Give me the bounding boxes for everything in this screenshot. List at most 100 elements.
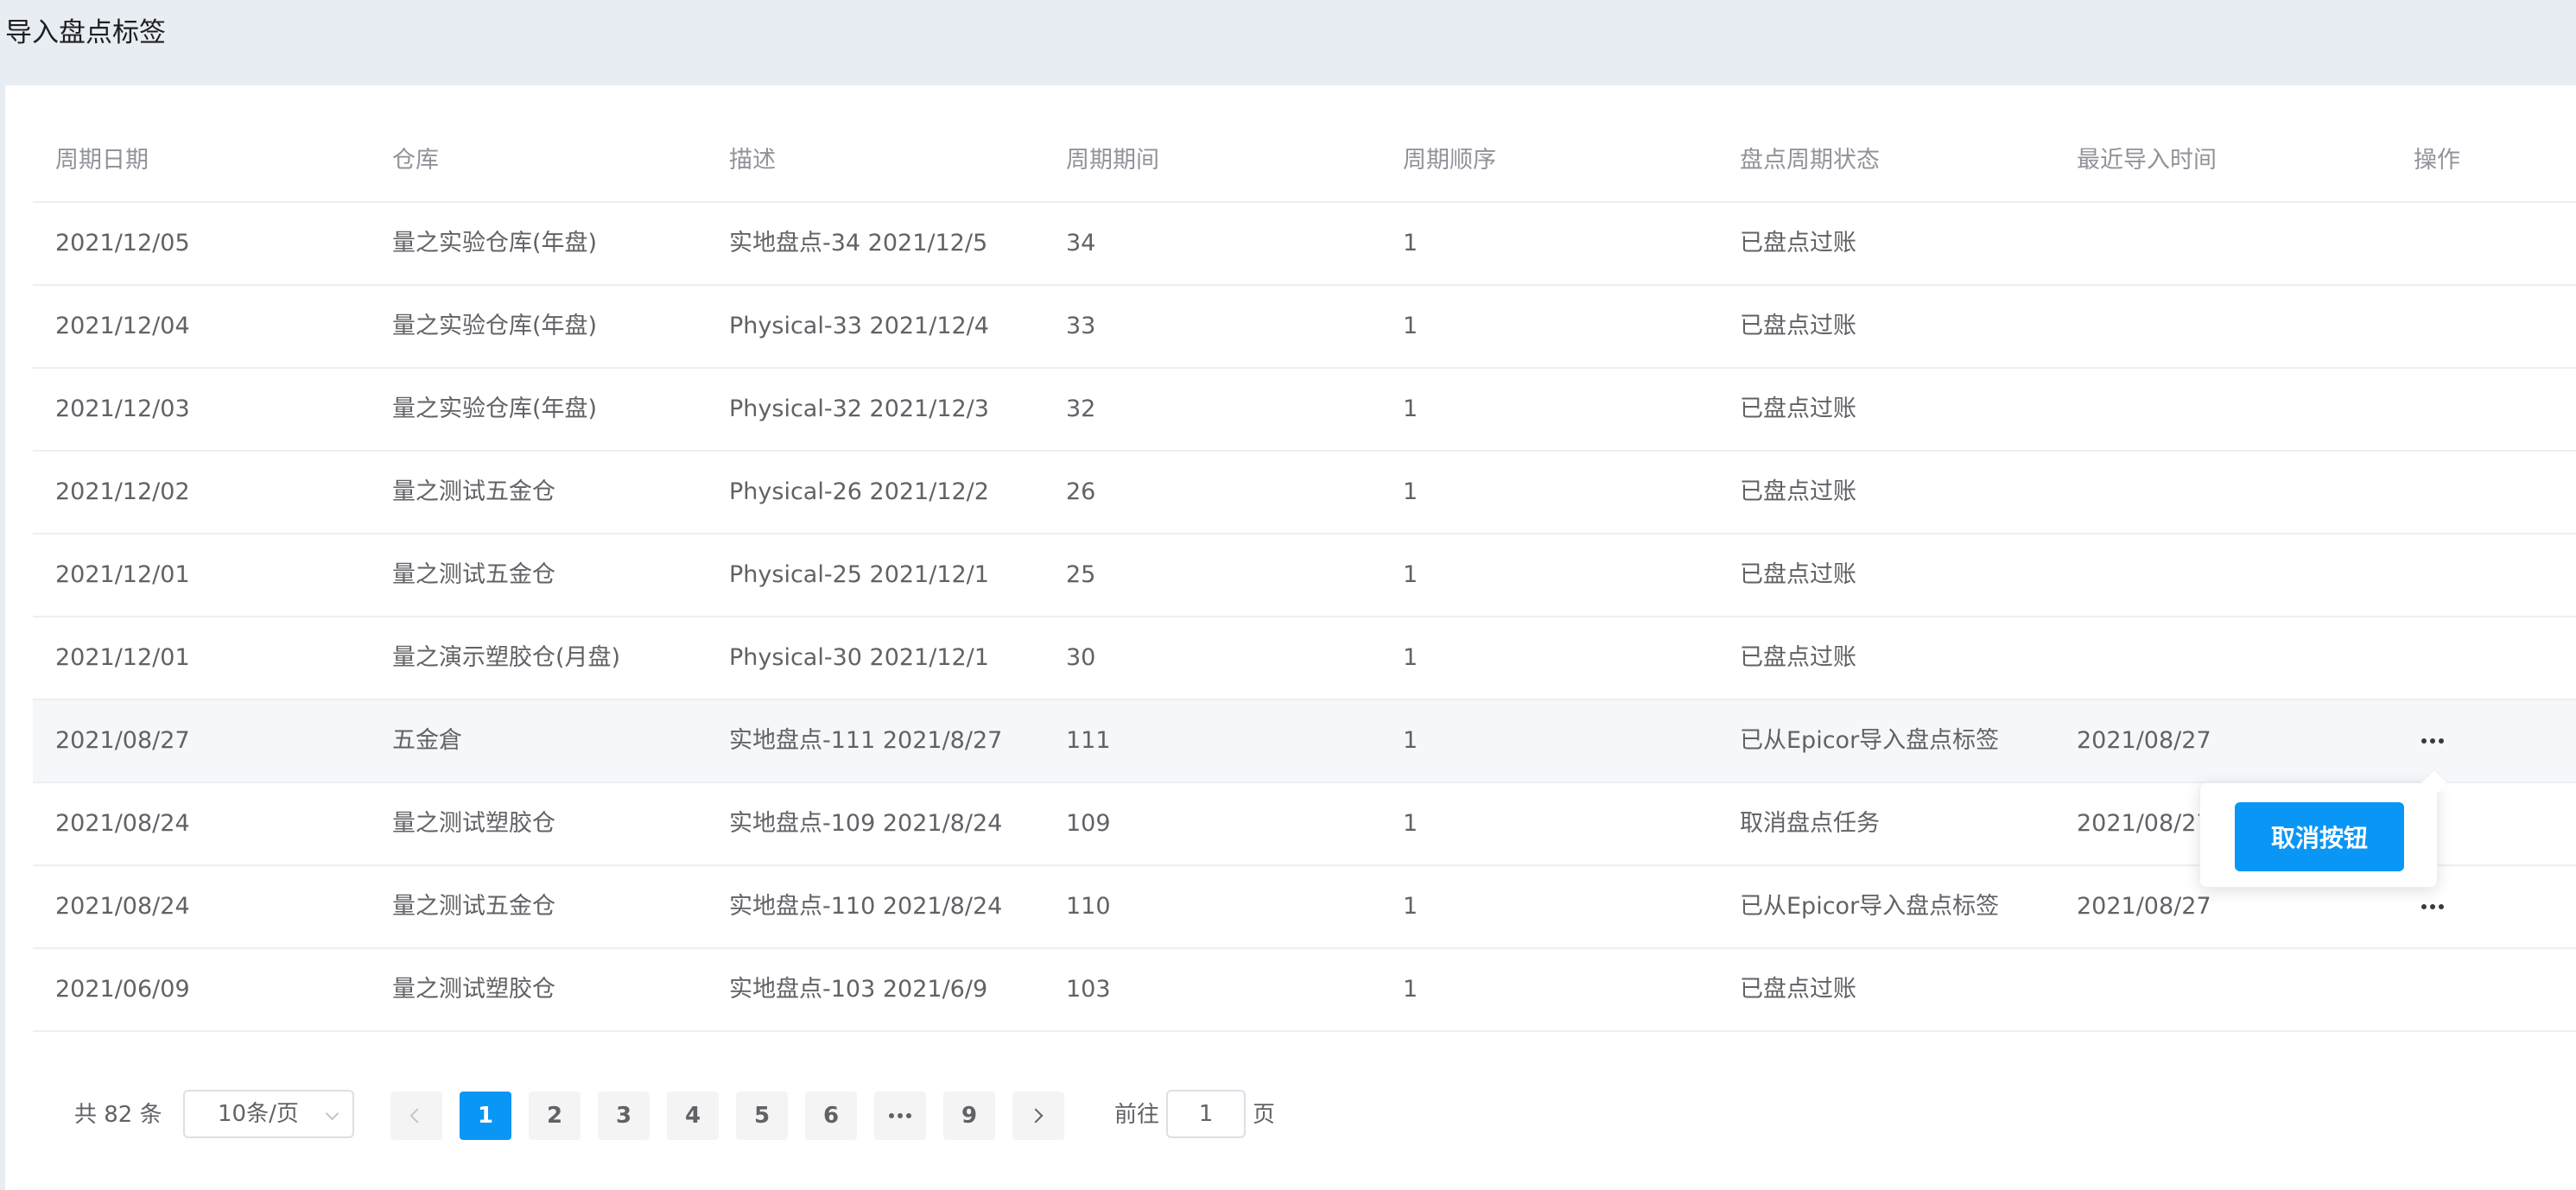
period-cell: 25 [1066, 561, 1096, 588]
period-cell: 34 [1066, 230, 1096, 256]
chevron-right-icon [1028, 1108, 1044, 1124]
import-time-cell [2054, 286, 2077, 367]
description-cell: 实地盘点-111 2021/8/27 [729, 727, 1003, 754]
chevron-left-icon [409, 1108, 425, 1124]
sequence-cell: 1 [1403, 478, 1418, 505]
sequence-cell: 1 [1403, 810, 1418, 837]
next-page-button[interactable] [1012, 1092, 1064, 1140]
page-size-select[interactable]: 10条/页 [183, 1090, 354, 1138]
date-cell: 2021/06/09 [55, 976, 190, 1003]
goto-page-input[interactable] [1166, 1090, 1246, 1138]
import-time-cell [2054, 203, 2077, 284]
column-header-status: 盘点周期状态 [1740, 147, 1880, 174]
goto-prefix: 前往 [1114, 1102, 1160, 1128]
more-pages-icon[interactable] [874, 1092, 926, 1140]
table-row: 2021/08/24 量之测试五金仓 实地盘点-110 2021/8/24 110 1 已… [33, 866, 2576, 949]
description-cell: Physical-32 2021/12/3 [729, 396, 989, 422]
table-row: 2021/12/03 量之实验仓库(年盘) Physical-32 2021/12/… [33, 369, 2576, 452]
warehouse-cell: 量之测试五金仓 [392, 893, 555, 920]
table-row: 2021/12/04 量之实验仓库(年盘) Physical-33 2021/12/… [33, 286, 2576, 369]
import-time-cell [2054, 535, 2077, 616]
period-cell: 103 [1066, 976, 1111, 1003]
period-cell: 33 [1066, 313, 1096, 339]
table-row: 2021/08/24 量之测试塑胶仓 实地盘点-109 2021/8/24 109 1 取… [33, 783, 2576, 866]
import-time-cell: 2021/08/27 [2077, 810, 2211, 837]
import-time-cell [2054, 949, 2077, 1030]
page-button-2[interactable]: 2 [529, 1092, 581, 1140]
table-row: 2021/12/01 量之测试五金仓 Physical-25 2021/12/1 25… [33, 535, 2576, 617]
status-cell: 已盘点过账 [1740, 313, 1856, 339]
sequence-cell: 1 [1403, 396, 1418, 422]
pagination: 共 82 条 10条/页 123456 9 前往 页 [0, 1090, 2576, 1142]
warehouse-cell: 量之实验仓库(年盘) [392, 230, 598, 256]
column-header-warehouse: 仓库 [392, 147, 439, 174]
warehouse-cell: 量之实验仓库(年盘) [392, 396, 598, 422]
description-cell: Physical-25 2021/12/1 [729, 561, 989, 588]
period-cell: 110 [1066, 893, 1111, 920]
period-cell: 26 [1066, 478, 1096, 505]
table-row: 2021/12/05 量之实验仓库(年盘) 实地盘点-34 2021/12/5 34 1… [33, 203, 2576, 286]
date-cell: 2021/08/24 [55, 810, 190, 837]
warehouse-cell: 量之测试塑胶仓 [392, 976, 555, 1003]
description-cell: 实地盘点-34 2021/12/5 [729, 230, 988, 256]
page-button-3[interactable]: 3 [598, 1092, 650, 1140]
sequence-cell: 1 [1403, 313, 1418, 339]
warehouse-cell: 量之实验仓库(年盘) [392, 313, 598, 339]
description-cell: 实地盘点-103 2021/6/9 [729, 976, 988, 1003]
table-header-row: 周期日期 仓库 描述 周期期间 周期顺序 盘点周期状态 最近导入时间 操作 [33, 120, 2576, 203]
status-cell: 已从Epicor导入盘点标签 [1740, 727, 2000, 754]
description-cell: 实地盘点-110 2021/8/24 [729, 893, 1003, 920]
description-cell: Physical-33 2021/12/4 [729, 313, 989, 339]
sequence-cell: 1 [1403, 561, 1418, 588]
column-header-import-time: 最近导入时间 [2077, 147, 2217, 174]
page-size-value: 10条/页 [218, 1101, 299, 1127]
import-time-cell [2054, 452, 2077, 533]
date-cell: 2021/08/24 [55, 893, 190, 920]
date-cell: 2021/12/01 [55, 644, 190, 671]
inventory-cycle-table: 周期日期 仓库 描述 周期期间 周期顺序 盘点周期状态 最近导入时间 操作 20… [33, 120, 2576, 1032]
sequence-cell: 1 [1403, 644, 1418, 671]
page-button-9[interactable]: 9 [943, 1092, 995, 1140]
table-row: 2021/12/01 量之演示塑胶仓(月盘) Physical-30 2021/12… [33, 617, 2576, 700]
sequence-cell: 1 [1403, 230, 1418, 256]
date-cell: 2021/12/01 [55, 561, 190, 588]
page-button-5[interactable]: 5 [736, 1092, 788, 1140]
warehouse-cell: 量之测试五金仓 [392, 478, 555, 505]
period-cell: 32 [1066, 396, 1096, 422]
status-cell: 已盘点过账 [1740, 396, 1856, 422]
status-cell: 取消盘点任务 [1740, 810, 1880, 837]
goto-suffix: 页 [1253, 1102, 1276, 1128]
column-header-period: 周期期间 [1066, 147, 1159, 174]
column-header-date: 周期日期 [55, 147, 149, 174]
page-header: 导入盘点标签 [0, 0, 2576, 85]
date-cell: 2021/12/04 [55, 313, 190, 339]
import-time-cell: 2021/08/27 [2077, 893, 2211, 920]
date-cell: 2021/12/02 [55, 478, 190, 505]
status-cell: 已盘点过账 [1740, 976, 1856, 1003]
chevron-down-icon [325, 1106, 339, 1121]
page-button-4[interactable]: 4 [667, 1092, 719, 1140]
table-body: 2021/12/05 量之实验仓库(年盘) 实地盘点-34 2021/12/5 34 1… [33, 203, 2576, 1032]
date-cell: 2021/12/05 [55, 230, 190, 256]
description-cell: Physical-26 2021/12/2 [729, 478, 989, 505]
cancel-button[interactable]: 取消按钮 [2235, 802, 2404, 871]
period-cell: 30 [1066, 644, 1096, 671]
page-button-6[interactable]: 6 [805, 1092, 857, 1140]
sequence-cell: 1 [1403, 893, 1418, 920]
status-cell: 已从Epicor导入盘点标签 [1740, 893, 2000, 920]
table-row: 2021/08/27 五金倉 实地盘点-111 2021/8/27 111 1 已从Epi… [33, 700, 2576, 783]
prev-page-button[interactable] [390, 1092, 442, 1140]
action-popover: 取消按钮 [2199, 769, 2448, 888]
column-header-description: 描述 [729, 147, 776, 174]
column-header-sequence: 周期顺序 [1403, 147, 1496, 174]
page-button-1[interactable]: 1 [460, 1092, 511, 1140]
page-title: 导入盘点标签 [5, 17, 166, 48]
warehouse-cell: 五金倉 [392, 727, 462, 754]
table-row: 2021/06/09 量之测试塑胶仓 实地盘点-103 2021/6/9 103 1 已盘… [33, 949, 2576, 1032]
status-cell: 已盘点过账 [1740, 561, 1856, 588]
sequence-cell: 1 [1403, 727, 1418, 754]
sequence-cell: 1 [1403, 976, 1418, 1003]
status-cell: 已盘点过账 [1740, 478, 1856, 505]
import-time-cell [2054, 369, 2077, 450]
warehouse-cell: 量之演示塑胶仓(月盘) [392, 644, 621, 671]
